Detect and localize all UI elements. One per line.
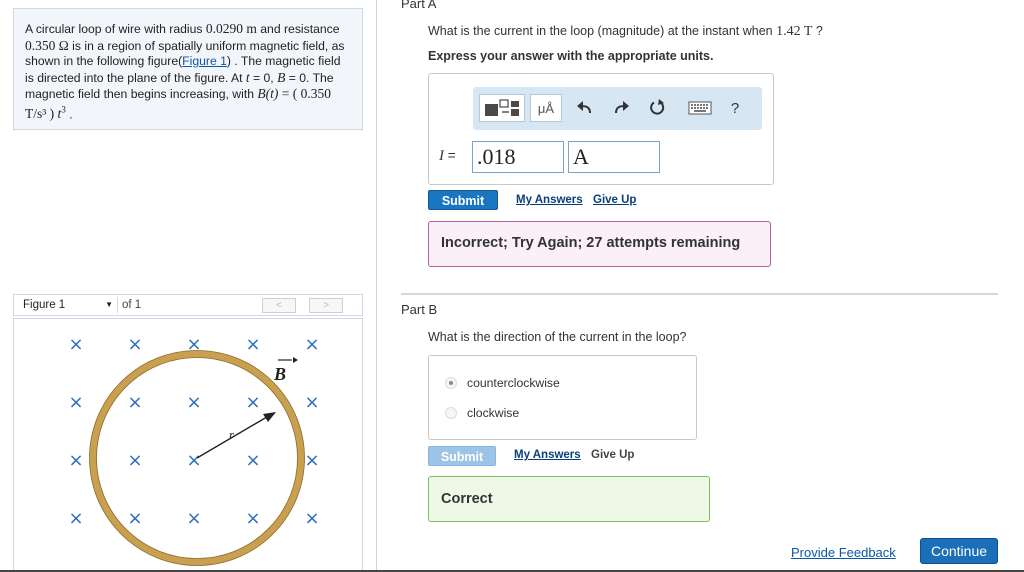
radio-selected-dot [449,381,453,385]
figure-1-link[interactable]: Figure 1 [182,54,227,68]
field-mark-r2-c4: × [304,450,319,471]
problem-statement: A circular loop of wire with radius 0.02… [13,8,363,130]
radius-label: r [229,427,235,442]
field-mark-r3-c3: × [245,508,260,529]
part-b-give-up-link[interactable]: Give Up [591,449,634,461]
part-a-question-value: 1.42 T [776,24,813,39]
part-a-my-answers-link[interactable]: My Answers [516,194,583,206]
problem-text-7: . [65,107,73,122]
part-a-submit-button[interactable]: Submit [428,190,498,210]
field-mark-r2-c3: × [245,450,260,471]
field-mark-r1-c2: × [186,392,201,413]
part-a-give-up-link[interactable]: Give Up [593,194,636,206]
continue-button[interactable]: Continue [920,538,998,564]
part-a-question: What is the current in the loop (magnitu… [428,24,823,40]
field-mark-r1-c4: × [304,392,319,413]
part-b-title: Part B [401,302,438,317]
part-a-feedback: Incorrect; Try Again; 27 attempts remain… [428,221,771,267]
part-b-my-answers-link[interactable]: My Answers [514,449,581,461]
problem-text-1: A circular loop of wire with radius [25,22,206,36]
b-vector-label: B [273,364,286,384]
caret-down-icon: ▼ [105,300,113,309]
field-mark-r3-c4: × [304,508,319,529]
choice-clockwise-label[interactable]: clockwise [467,406,519,420]
help-button[interactable]: ? [723,97,747,119]
redo-icon[interactable] [609,97,633,119]
radio-clockwise[interactable] [445,407,457,419]
part-a-title: Part A [401,0,437,11]
reset-icon[interactable] [645,97,669,119]
part-b-submit-button[interactable]: Submit [428,446,496,466]
radius-arrowhead [263,412,276,422]
figure-count: of 1 [122,299,142,311]
equals-sign: = [444,148,456,163]
part-b-feedback: Correct [428,476,710,522]
figure-prev-button[interactable]: < [262,298,296,313]
templates-button[interactable] [479,94,525,122]
field-mark-r2-c2: × [186,450,201,471]
figure-next-button[interactable]: > [309,298,343,313]
radius-line [196,413,273,459]
radius-value: 0.0290 m [205,21,257,36]
figure-navigation: Figure 1 ▼ of 1 < > [13,294,363,316]
unit-input[interactable]: A [568,141,660,173]
field-mark-r1-c0: × [68,392,83,413]
figure-select-value: Figure 1 [23,299,66,311]
field-mark-r0-c3: × [245,334,260,355]
math-toolbar: μÅ ? [473,87,762,130]
part-b-question: What is the direction of the current in … [428,330,687,344]
figure-panel: × × × × × × × × × × × × × × × × × × × × r B [13,318,363,572]
resistance-value: 0.350 Ω [25,37,69,53]
value-input[interactable]: .018 [472,141,564,173]
field-mark-r3-c1: × [127,508,142,529]
field-mark-r0-c1: × [127,334,142,355]
figure-diagram: × × × × ×× × × × ×× × × × ×× × × × × r B [68,334,320,566]
part-a-instruction: Express your answer with the appropriate… [428,49,714,63]
problem-text-5: = 0, [249,70,278,85]
radio-counterclockwise[interactable] [445,377,457,389]
field-mark-r1-c3: × [245,392,260,413]
undo-icon[interactable] [573,97,597,119]
choice-counterclockwise-label[interactable]: counterclockwise [467,376,560,390]
problem-text-2: and resistance [256,22,340,36]
current-variable-label: I = [439,148,456,165]
part-a-question-text: What is the current in the loop (magnitu… [428,24,777,38]
templates-icon [485,99,519,116]
field-mark-r2-c1: × [127,450,142,471]
field-mark-r3-c0: × [68,508,83,529]
units-button[interactable]: μÅ [530,94,562,122]
formula-lhs: B(t) [257,86,279,102]
answer-box: μÅ ? I = .018 A [428,73,774,185]
keyboard-icon[interactable] [685,97,715,119]
b-vector-arrowhead [293,357,298,363]
field-mark-r2-c0: × [68,450,83,471]
choice-box: counterclockwise clockwise [428,355,697,440]
field-mark-r1-c1: × [127,392,142,413]
field-mark-r0-c0: × [68,334,83,355]
part-a-question-end: ? [812,24,823,38]
provide-feedback-link[interactable]: Provide Feedback [791,545,896,560]
part-divider [401,293,998,295]
field-mark-r3-c2: × [186,508,201,529]
field-mark-r0-c4: × [304,334,319,355]
column-divider [376,0,377,572]
figure-select[interactable]: Figure 1 ▼ [18,297,118,313]
